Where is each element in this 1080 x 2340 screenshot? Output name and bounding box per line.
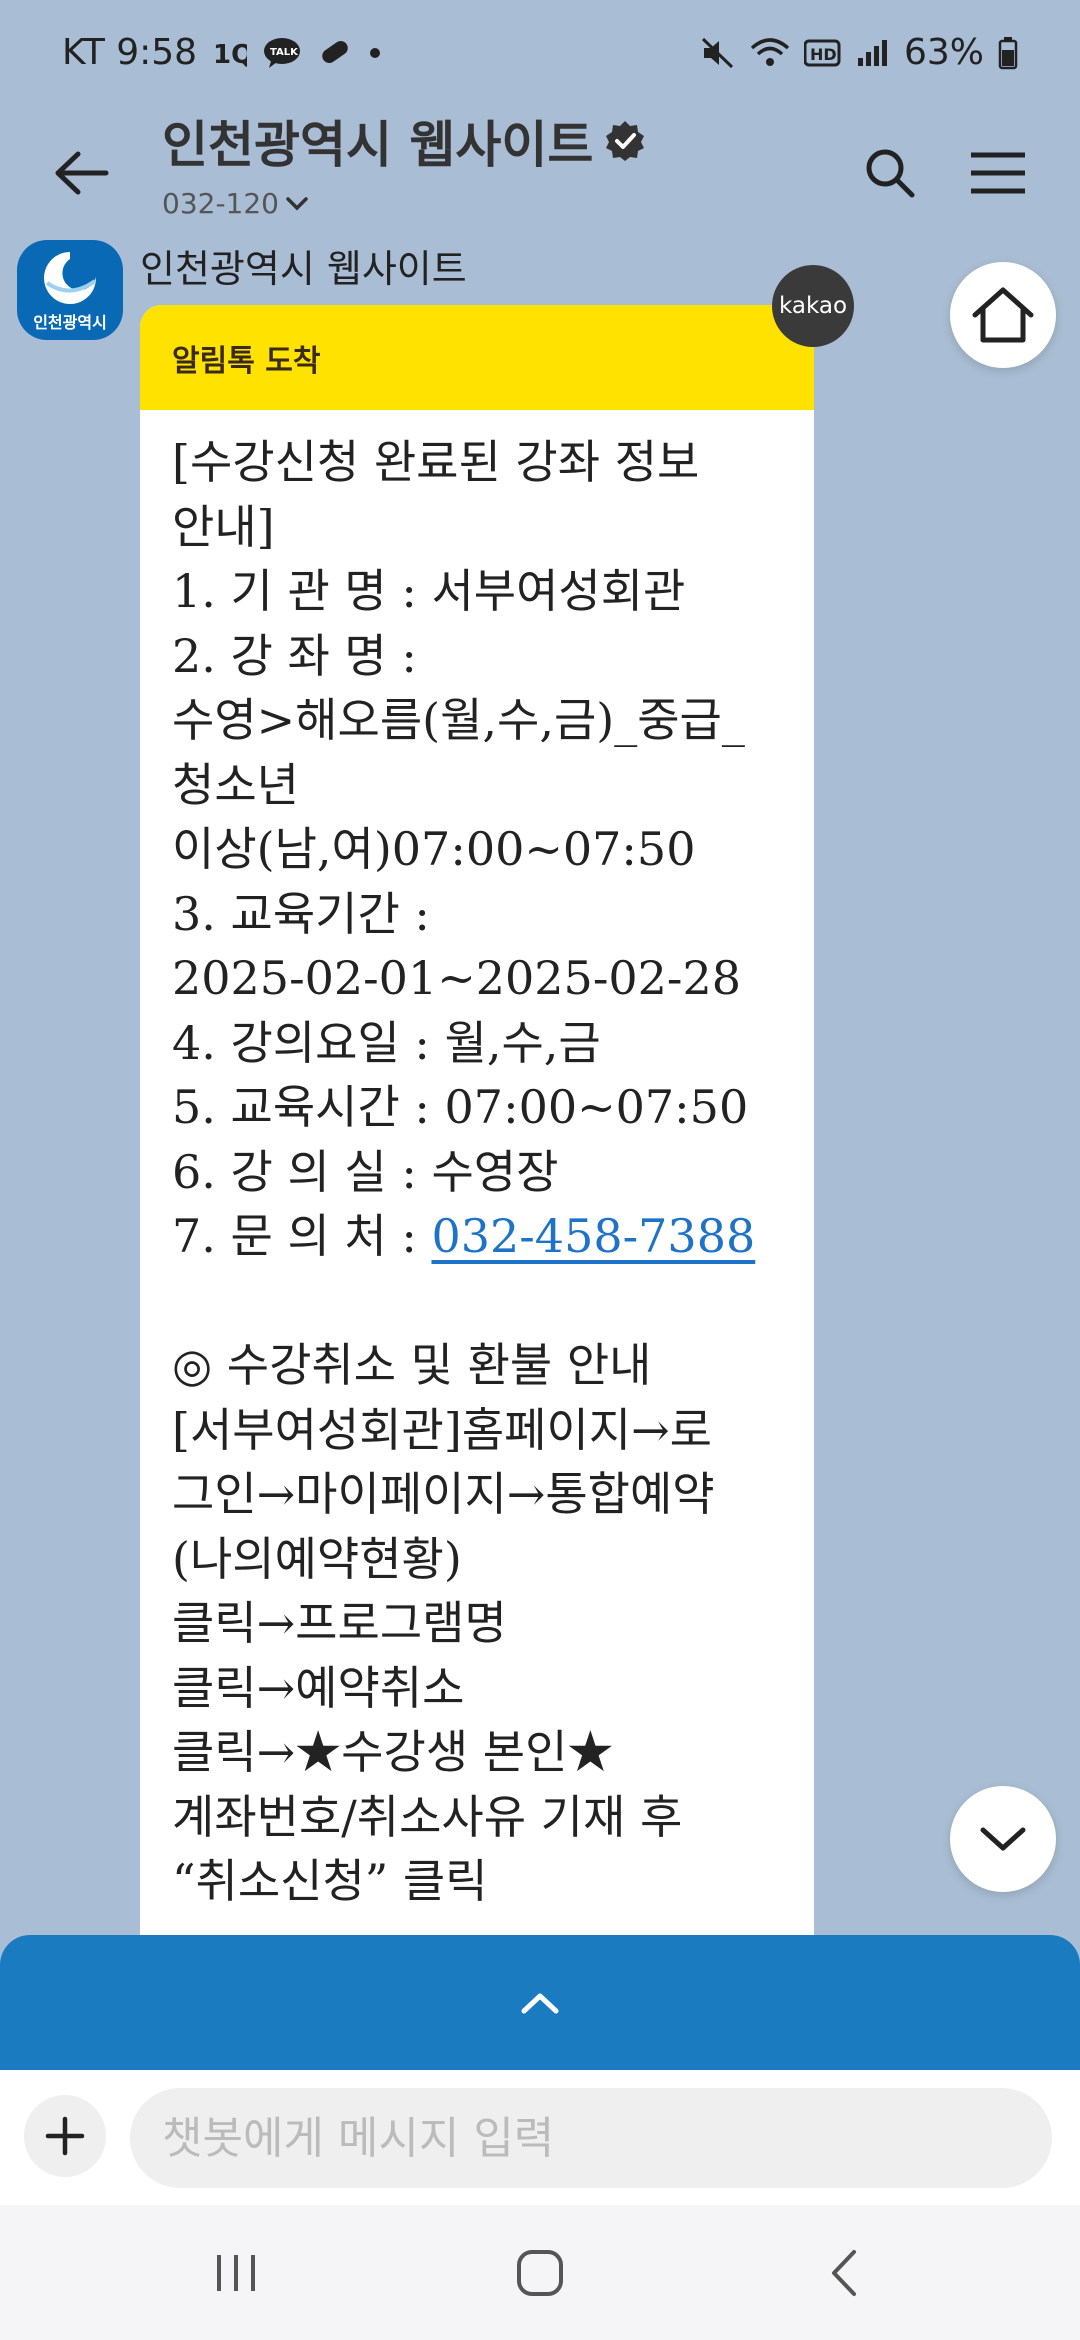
message-line: 1. 기 관 명 : 서부여성회관 bbox=[172, 564, 686, 618]
chat-title: 인천광역시 웹사이트 bbox=[162, 116, 594, 174]
dot-indicator-icon bbox=[369, 47, 381, 59]
title-area[interactable]: 인천광역시 웹사이트 032-120 bbox=[162, 105, 647, 220]
chevron-down-small-icon bbox=[286, 196, 308, 210]
contact-phone-link[interactable]: 032-458-7388 bbox=[431, 1209, 755, 1263]
recent-apps-button[interactable] bbox=[186, 2233, 286, 2313]
avatar-label: 인천광역시 bbox=[33, 313, 107, 332]
menu-icon bbox=[971, 152, 1025, 194]
contact-line: 7. 문 의 처 : 032-458-7388 bbox=[172, 1204, 782, 1269]
back-nav-button[interactable] bbox=[794, 2233, 894, 2313]
back-nav-icon bbox=[832, 2250, 856, 2296]
svg-text:HD: HD bbox=[810, 45, 837, 64]
message-line: 계좌번호/취소사유 기재 후 bbox=[172, 1789, 683, 1844]
carrier-time: KT 9:58 bbox=[62, 32, 198, 73]
message-line: [서부여성회관]홈페이지→로 bbox=[172, 1402, 712, 1457]
home-nav-button[interactable] bbox=[490, 2233, 590, 2313]
message-line: 2. 강 좌 명 : bbox=[172, 628, 417, 683]
message-line: 6. 강 의 실 : 수영장 bbox=[172, 1144, 559, 1199]
mute-icon bbox=[700, 36, 736, 70]
notification-app-icon: 1Q bbox=[213, 39, 247, 67]
message-line: 클릭→예약취소 bbox=[172, 1660, 465, 1715]
message-line: (나의예약현황) bbox=[172, 1531, 462, 1586]
message-line: 이상(남,여)07:00~07:50 bbox=[172, 822, 696, 876]
status-right: HD 63% bbox=[700, 32, 1018, 73]
battery-percent: 63% bbox=[903, 32, 984, 73]
battery-icon bbox=[998, 36, 1018, 70]
message-input[interactable] bbox=[130, 2088, 1052, 2188]
menu-expand-panel[interactable] bbox=[0, 1935, 1080, 2070]
message-line: 2025-02-01~2025-02-28 bbox=[172, 951, 741, 1005]
message-body: [수강신청 완료된 강좌 정보 안내] 1. 기 관 명 : 서부여성회관 2.… bbox=[140, 410, 814, 1914]
chevron-down-icon bbox=[980, 1827, 1026, 1851]
wifi-icon bbox=[750, 36, 790, 70]
recent-apps-icon bbox=[217, 2255, 255, 2291]
chevron-up-icon bbox=[521, 1993, 559, 2013]
attach-button[interactable] bbox=[24, 2095, 106, 2177]
kakao-badge: kakao bbox=[772, 265, 854, 347]
status-bar: KT 9:58 1Q TALK HD 63% bbox=[0, 0, 1080, 105]
scroll-down-button[interactable] bbox=[950, 1786, 1056, 1892]
search-icon bbox=[866, 149, 915, 198]
message-line: 클릭→프로그램명 bbox=[172, 1596, 507, 1650]
verified-badge-icon bbox=[606, 121, 645, 161]
contact-label: 7. 문 의 처 : bbox=[172, 1209, 417, 1263]
message-line: 4. 강의요일 : 월,수,금 bbox=[172, 1015, 601, 1070]
message-line: 안내] bbox=[172, 499, 275, 554]
back-arrow-icon bbox=[55, 151, 109, 195]
message-line: 청소년 bbox=[172, 757, 299, 812]
sender-avatar[interactable]: 인천광역시 bbox=[17, 240, 123, 340]
system-nav-bar bbox=[0, 2205, 1080, 2340]
bubble-header: 알림톡 도착 bbox=[140, 305, 814, 410]
status-left: KT 9:58 1Q TALK bbox=[62, 32, 381, 73]
kakaotalk-notification-icon: TALK bbox=[263, 37, 301, 69]
message-line: [수강신청 완료된 강좌 정보 bbox=[172, 435, 700, 489]
sender-name: 인천광역시 웹사이트 bbox=[140, 247, 467, 291]
message-line: 3. 교육기간 : bbox=[172, 886, 430, 941]
svg-text:TALK: TALK bbox=[270, 47, 299, 58]
plus-icon bbox=[45, 2116, 85, 2156]
message-line: 5. 교육시간 : 07:00~07:50 bbox=[172, 1080, 749, 1134]
alimtalk-message-bubble: 알림톡 도착 [수강신청 완료된 강좌 정보 안내] 1. 기 관 명 : 서부… bbox=[140, 305, 814, 1935]
chat-subtitle: 032-120 bbox=[162, 187, 279, 220]
message-line: 그인→마이페이지→통합예약 bbox=[172, 1467, 715, 1521]
signal-icon bbox=[856, 38, 890, 68]
back-button[interactable] bbox=[40, 133, 120, 213]
pill-notification-icon bbox=[317, 37, 353, 69]
message-line: ◎ 수강취소 및 환불 안내 bbox=[172, 1338, 652, 1392]
menu-button[interactable] bbox=[958, 133, 1038, 213]
home-nav-icon bbox=[517, 2250, 563, 2296]
chat-header: 인천광역시 웹사이트 032-120 bbox=[0, 105, 1080, 240]
chat-subtitle-row[interactable]: 032-120 bbox=[162, 187, 647, 220]
home-button[interactable] bbox=[950, 262, 1056, 368]
chat-title-row: 인천광역시 웹사이트 bbox=[162, 105, 647, 177]
message-line: 수영>해오름(월,수,금)_중급_ bbox=[172, 693, 745, 747]
message-line: “취소신청” 클릭 bbox=[172, 1854, 488, 1908]
incheon-logo-icon bbox=[44, 252, 97, 304]
svg-text:1Q: 1Q bbox=[213, 40, 247, 67]
message-input-bar bbox=[0, 2070, 1080, 2205]
home-icon bbox=[972, 287, 1034, 343]
message-line: 클릭→★수강생 본인★ bbox=[172, 1725, 614, 1779]
hd-voice-icon: HD bbox=[803, 38, 842, 68]
search-button[interactable] bbox=[850, 133, 930, 213]
